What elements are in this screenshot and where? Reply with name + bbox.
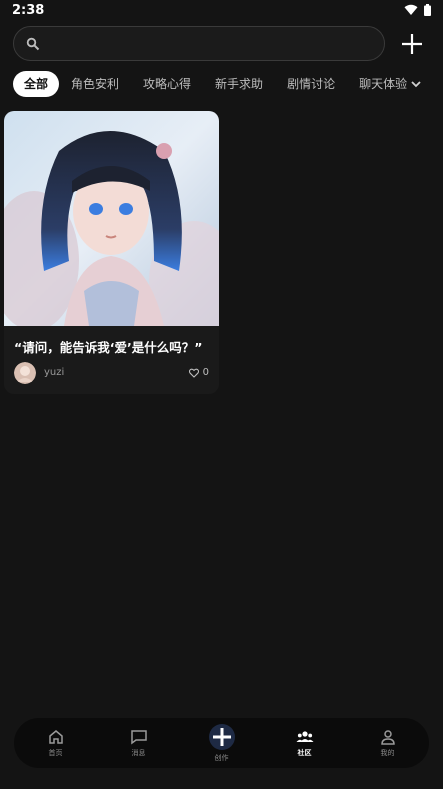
nav-messages-label: 消息: [131, 749, 146, 757]
nav-home-label: 首页: [48, 749, 63, 757]
tab-plot-discussion[interactable]: 剧情讨论: [275, 71, 347, 97]
nav-profile-label: 我的: [380, 749, 395, 757]
status-bar: 2:38: [0, 0, 443, 22]
bottom-nav: 首页 消息 创作 社区 我的: [14, 718, 429, 768]
nav-profile[interactable]: 我的: [353, 728, 423, 758]
create-plus-icon: [208, 724, 235, 750]
avatar[interactable]: [14, 362, 36, 384]
nav-create-label: 创作: [214, 754, 229, 762]
search-input[interactable]: [48, 34, 368, 54]
post-image: [4, 111, 219, 326]
tab-strategy[interactable]: 攻略心得: [131, 71, 203, 97]
post-title: “请问，能告诉我‘爱’是什么吗？”: [14, 340, 203, 355]
wifi-icon: [404, 4, 418, 15]
home-icon: [48, 730, 63, 744]
tab-all[interactable]: 全部: [13, 71, 60, 97]
like-button[interactable]: 0: [188, 367, 209, 378]
search-icon: [26, 37, 40, 51]
group-icon: [296, 731, 313, 742]
category-tabs: 全部 角色安利 攻略心得 新手求助 剧情讨论 聊天体验: [13, 71, 433, 97]
nav-community[interactable]: 社区: [270, 728, 340, 758]
post-card[interactable]: “请问，能告诉我‘爱’是什么吗？” yuzi 0: [4, 111, 219, 394]
post-author: yuzi: [44, 367, 65, 378]
status-time: 2:38: [12, 3, 45, 18]
like-count: 0: [202, 367, 209, 378]
add-post-icon[interactable]: [399, 31, 425, 57]
nav-home[interactable]: 首页: [21, 728, 91, 758]
tab-newbie-help[interactable]: 新手求助: [203, 71, 275, 97]
battery-icon: [424, 4, 431, 16]
chat-icon: [130, 730, 147, 745]
search-row: [13, 26, 430, 62]
chevron-down-icon[interactable]: [409, 77, 423, 91]
search-box[interactable]: [13, 26, 385, 61]
nav-messages[interactable]: 消息: [104, 728, 174, 758]
tab-character-recommend[interactable]: 角色安利: [59, 71, 131, 97]
person-icon: [380, 730, 395, 745]
nav-create[interactable]: 创作: [187, 723, 257, 763]
status-icons: [404, 4, 431, 16]
heart-icon: [188, 368, 199, 378]
nav-community-label: 社区: [297, 749, 312, 757]
